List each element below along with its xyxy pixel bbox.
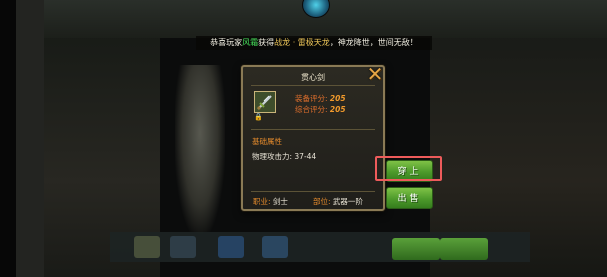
- close-icon[interactable]: ✕: [365, 64, 385, 84]
- announcement-banner: 恭喜玩家风霜获得战龙 · 雷极天龙，神龙降世，世间无敌！: [196, 36, 432, 50]
- equip-button-highlight: [375, 156, 442, 181]
- class-info: 职业: 剑士: [253, 196, 288, 207]
- sell-button[interactable]: 出售: [386, 187, 433, 209]
- equip-score-value: 205: [329, 94, 346, 103]
- divider: [251, 191, 375, 192]
- bottom-green-button: [392, 238, 440, 260]
- announcement-item: 战龙 · 雷极天龙: [274, 38, 330, 47]
- base-attributes-heading: 基础属性: [252, 137, 282, 146]
- total-score-label: 综合评分:: [295, 105, 328, 114]
- announcement-prefix: 恭喜玩家: [210, 38, 243, 47]
- slot-value: 武器一阶: [332, 197, 363, 206]
- item-name: 贯心剑: [301, 73, 325, 82]
- bottom-slot: [218, 236, 244, 258]
- bottom-slot: [170, 236, 196, 258]
- announcement-player: 风霜: [242, 38, 259, 47]
- equip-score-label: 装备评分:: [295, 94, 328, 103]
- announcement-mid: 获得: [258, 38, 275, 47]
- equip-score-row: 装备评分: 205: [295, 93, 346, 104]
- lock-icon: 🔒: [254, 113, 263, 121]
- announcement-suffix: ，神龙降世，世间无敌！: [329, 38, 418, 47]
- divider: [251, 85, 375, 86]
- attack-attribute: 物理攻击力: 37-44: [252, 152, 317, 161]
- bottom-slot: [262, 236, 288, 258]
- slot-info: 部位: 武器一阶: [313, 196, 363, 207]
- bottom-slot: [134, 236, 160, 258]
- left-edge-panel: [16, 0, 44, 277]
- divider: [251, 129, 375, 130]
- class-value: 剑士: [272, 197, 288, 206]
- slot-label: 部位:: [313, 197, 331, 206]
- sword-icon: [254, 91, 276, 113]
- class-label: 职业:: [253, 197, 271, 206]
- total-score-row: 综合评分: 205: [295, 104, 346, 115]
- character-figure: [175, 65, 225, 235]
- bottom-green-button: [440, 238, 488, 260]
- left-edge-strip: [0, 0, 16, 277]
- total-score-value: 205: [329, 105, 346, 114]
